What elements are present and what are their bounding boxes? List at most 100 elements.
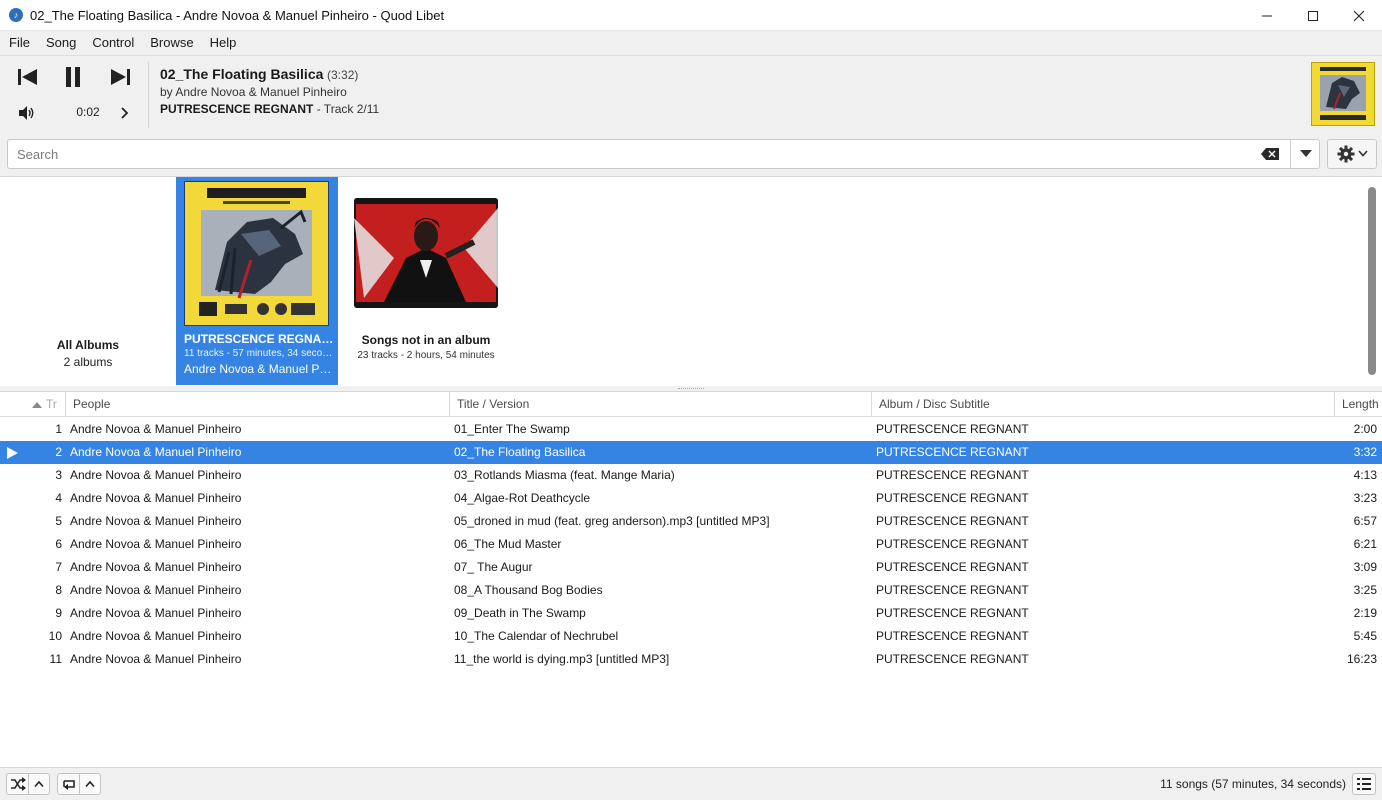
pause-button[interactable] <box>58 64 88 90</box>
song-list: Tr People Title / Version Album / Disc S… <box>0 391 1382 767</box>
track-length: 6:57 <box>1353 514 1377 528</box>
album-item-songs-not-in-album[interactable]: Songs not in an album 23 tracks - 2 hour… <box>346 177 506 385</box>
table-row[interactable]: 3 Andre Novoa & Manuel Pinheiro 03_Rotla… <box>0 464 1382 487</box>
column-header-length[interactable]: Length <box>1335 392 1382 417</box>
track-number: 5 <box>55 514 62 528</box>
volume-button[interactable] <box>14 102 40 124</box>
now-playing-info[interactable]: 02_The Floating Basilica (3:32) by Andre… <box>160 66 379 116</box>
column-header-title[interactable]: Title / Version <box>450 392 872 417</box>
album-art-image <box>185 182 328 325</box>
seek-expand-button[interactable] <box>116 104 132 122</box>
column-header-people[interactable]: People <box>66 392 450 417</box>
volume-icon <box>19 106 34 120</box>
table-row[interactable]: 10 Andre Novoa & Manuel Pinheiro 10_The … <box>0 625 1382 648</box>
track-number: 2 <box>55 445 62 459</box>
table-row[interactable]: 8 Andre Novoa & Manuel Pinheiro 08_A Tho… <box>0 579 1382 602</box>
search-history-dropdown[interactable] <box>1291 140 1321 168</box>
menu-help[interactable]: Help <box>202 31 245 55</box>
skip-next-icon <box>111 69 130 85</box>
repeat-toggle-button[interactable] <box>57 773 80 795</box>
table-row[interactable]: 1 Andre Novoa & Manuel Pinheiro 01_Enter… <box>0 418 1382 441</box>
menu-song[interactable]: Song <box>38 31 84 55</box>
triangle-down-icon <box>1300 150 1312 157</box>
menu-file[interactable]: File <box>0 31 38 55</box>
menu-browse[interactable]: Browse <box>142 31 201 55</box>
search-bar <box>7 139 1320 169</box>
previous-button[interactable] <box>12 64 42 90</box>
pause-icon <box>66 67 80 87</box>
track-length: 3:32 <box>1353 445 1377 459</box>
track-people: Andre Novoa & Manuel Pinheiro <box>70 583 242 597</box>
track-title: 11_the world is dying.mp3 [untitled MP3] <box>454 652 670 666</box>
track-album: PUTRESCENCE REGNANT <box>876 629 1029 643</box>
close-button[interactable] <box>1336 0 1382 31</box>
table-row[interactable]: 5 Andre Novoa & Manuel Pinheiro 05_drone… <box>0 510 1382 533</box>
track-title: 10_The Calendar of Nechrubel <box>454 629 619 643</box>
minimize-button[interactable] <box>1244 0 1290 31</box>
table-row[interactable]: 6 Andre Novoa & Manuel Pinheiro 06_The M… <box>0 533 1382 556</box>
maximize-icon <box>1308 10 1318 21</box>
song-list-view-button[interactable] <box>1352 773 1376 795</box>
shuffle-toggle-button[interactable] <box>6 773 29 795</box>
track-people: Andre Novoa & Manuel Pinheiro <box>70 491 242 505</box>
song-length: (3:32) <box>327 68 359 82</box>
track-length: 3:23 <box>1353 491 1377 505</box>
album-cover <box>354 198 498 308</box>
list-view-icon <box>1357 778 1371 790</box>
track-length: 16:23 <box>1346 652 1377 666</box>
track-length: 3:09 <box>1353 560 1377 574</box>
album-cover <box>184 181 329 326</box>
column-header-track[interactable]: Tr <box>24 392 66 417</box>
now-playing-icon <box>0 441 24 464</box>
track-length: 3:25 <box>1353 583 1377 597</box>
album-cover-thumbnail[interactable] <box>1311 62 1375 126</box>
track-number: 11 <box>49 652 62 666</box>
track-title: 01_Enter The Swamp <box>454 422 570 436</box>
album-item-putrescence-regnant[interactable]: PUTRESCENCE REGNANT 11 tracks - 57 minut… <box>176 177 338 385</box>
window-controls <box>1244 0 1382 31</box>
skip-previous-icon <box>18 69 37 85</box>
track-title: 03_Rotlands Miasma (feat. Mange Maria) <box>454 468 675 482</box>
preferences-menu-button[interactable] <box>1327 139 1377 169</box>
gear-icon <box>1337 145 1354 163</box>
track-title: 08_A Thousand Bog Bodies <box>454 583 603 597</box>
album-artist: Andre Novoa & Manuel Pinheiro <box>184 362 334 376</box>
track-title: 09_Death in The Swamp <box>454 606 586 620</box>
track-people: Andre Novoa & Manuel Pinheiro <box>70 606 242 620</box>
track-number: 1 <box>55 422 62 436</box>
chevron-right-icon <box>121 107 129 119</box>
song-title: 02_The Floating Basilica <box>160 66 324 82</box>
table-row[interactable]: 9 Andre Novoa & Manuel Pinheiro 09_Death… <box>0 602 1382 625</box>
next-button[interactable] <box>106 64 136 90</box>
menu-bar: File Song Control Browse Help <box>0 31 1382 55</box>
all-albums-item[interactable]: All Albums 2 albums <box>0 177 176 385</box>
album-list-scrollbar[interactable] <box>1368 187 1376 375</box>
repeat-mode-dropdown[interactable] <box>80 773 101 795</box>
title-bar: ♪ 02_The Floating Basilica - Andre Novoa… <box>0 0 1382 31</box>
track-number: 3 <box>55 468 62 482</box>
table-row[interactable]: 11 Andre Novoa & Manuel Pinheiro 11_the … <box>0 648 1382 671</box>
track-people: Andre Novoa & Manuel Pinheiro <box>70 514 242 528</box>
track-number: 6 <box>55 537 62 551</box>
track-people: Andre Novoa & Manuel Pinheiro <box>70 560 242 574</box>
shuffle-mode-dropdown[interactable] <box>29 773 50 795</box>
album-browser: All Albums 2 albums PUTRESCENCE REGNANT … <box>0 176 1382 386</box>
table-row[interactable]: 2 Andre Novoa & Manuel Pinheiro 02_The F… <box>0 441 1382 464</box>
window-title: 02_The Floating Basilica - Andre Novoa &… <box>30 7 445 23</box>
maximize-button[interactable] <box>1290 0 1336 31</box>
track-album: PUTRESCENCE REGNANT <box>876 583 1029 597</box>
track-people: Andre Novoa & Manuel Pinheiro <box>70 445 242 459</box>
shuffle-icon <box>10 777 26 791</box>
table-row[interactable]: 7 Andre Novoa & Manuel Pinheiro 07_ The … <box>0 556 1382 579</box>
search-input[interactable] <box>8 140 1258 168</box>
menu-control[interactable]: Control <box>84 31 142 55</box>
table-row[interactable]: 4 Andre Novoa & Manuel Pinheiro 04_Algae… <box>0 487 1382 510</box>
clear-search-button[interactable] <box>1260 146 1280 162</box>
column-header-album[interactable]: Album / Disc Subtitle <box>872 392 1335 417</box>
sort-ascending-icon <box>32 401 42 408</box>
track-number: 7 <box>55 560 62 574</box>
song-album: PUTRESCENCE REGNANT <box>160 102 314 116</box>
track-album: PUTRESCENCE REGNANT <box>876 606 1029 620</box>
chevron-up-icon <box>34 780 44 788</box>
track-album: PUTRESCENCE REGNANT <box>876 468 1029 482</box>
